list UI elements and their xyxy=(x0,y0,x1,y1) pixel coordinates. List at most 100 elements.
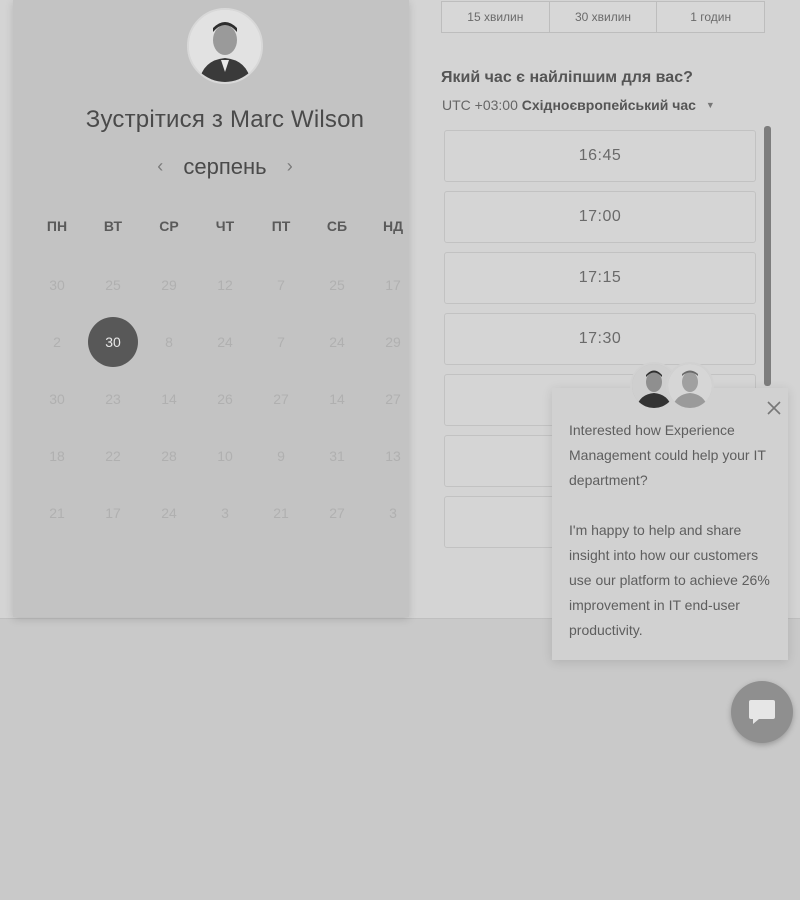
calendar-day-number: 31 xyxy=(329,447,345,464)
calendar-day-number: 10 xyxy=(217,447,233,464)
calendar-day-number: 17 xyxy=(105,504,121,521)
timezone-name: Східноєвропейський час xyxy=(521,97,696,113)
calendar-day[interactable]: 30 xyxy=(29,370,85,427)
slot-list-scrollbar[interactable] xyxy=(764,126,771,386)
calendar-day[interactable]: 25 xyxy=(85,256,141,313)
meeting-title-prefix: Зустрітися з xyxy=(85,106,224,133)
calendar-day[interactable]: 10 xyxy=(197,427,253,484)
calendar-day[interactable]: 18 xyxy=(29,427,85,484)
chat-paragraph: Interested how Experience Management cou… xyxy=(569,422,766,488)
next-month-icon[interactable]: › xyxy=(273,156,307,177)
calendar-day-number: 24 xyxy=(217,333,233,350)
calendar-day-number: 26 xyxy=(217,390,233,407)
calendar-day[interactable]: 9 xyxy=(253,427,309,484)
calendar-day[interactable]: 27 xyxy=(309,484,365,541)
calendar-day[interactable]: 31 xyxy=(309,427,365,484)
calendar-day-number: 25 xyxy=(329,276,345,293)
calendar-day[interactable]: 14 xyxy=(141,370,197,427)
calendar-day[interactable]: 21 xyxy=(253,484,309,541)
calendar-day[interactable]: 24 xyxy=(309,313,365,370)
calendar-day-number: 14 xyxy=(161,390,177,407)
calendar-day[interactable]: 30 xyxy=(29,256,85,313)
calendar-day[interactable]: 24 xyxy=(141,484,197,541)
calendar-day[interactable]: 22 xyxy=(85,427,141,484)
time-slot-button[interactable]: 17:30 xyxy=(444,313,756,365)
calendar-day[interactable]: 17 xyxy=(365,256,421,313)
calendar-day[interactable]: 3 xyxy=(197,484,253,541)
chat-launcher-button[interactable] xyxy=(731,681,793,743)
calendar-day[interactable]: 29 xyxy=(365,313,421,370)
weekday-label: СБ xyxy=(326,218,348,234)
calendar-day-number: 30 xyxy=(49,390,65,407)
calendar-day[interactable]: 27 xyxy=(365,370,421,427)
calendar-week-row: 30 25 29 12 7 25 17 xyxy=(29,256,421,313)
weekday-label: ЧТ xyxy=(215,218,235,234)
calendar-day-number: 13 xyxy=(385,447,401,464)
calendar-day[interactable]: 8 xyxy=(141,313,197,370)
host-avatar xyxy=(187,8,263,84)
calendar-day[interactable]: 29 xyxy=(141,256,197,313)
calendar-day-number: 8 xyxy=(165,333,173,350)
close-icon[interactable] xyxy=(764,398,784,418)
weekday-label: СР xyxy=(159,218,179,234)
agent-avatar xyxy=(666,362,714,410)
calendar-day[interactable]: 26 xyxy=(197,370,253,427)
calendar-day[interactable]: 23 xyxy=(85,370,141,427)
host-name: Marc Wilson xyxy=(230,106,365,133)
calendar-day[interactable]: 27 xyxy=(253,370,309,427)
duration-selector: 15 хвилин 30 хвилин 1 годин xyxy=(441,1,765,33)
duration-option-30[interactable]: 30 хвилин xyxy=(550,2,658,32)
calendar-day-number: 28 xyxy=(161,447,177,464)
time-slot-button[interactable]: 16:45 xyxy=(444,130,756,182)
calendar-day-number: 3 xyxy=(389,504,397,521)
calendar-card: Зустрітися з Marc Wilson ‹ серпень › ПН … xyxy=(13,0,409,617)
calendar-day[interactable]: 24 xyxy=(197,313,253,370)
weekday-header: ПН ВТ СР ЧТ ПТ СБ НД xyxy=(29,218,421,234)
calendar-day-number: 2 xyxy=(53,333,61,350)
calendar-day-number: 9 xyxy=(277,447,285,464)
calendar-day-number: 21 xyxy=(49,504,65,521)
time-slot-button[interactable]: 17:15 xyxy=(444,252,756,304)
weekday-label: ПН xyxy=(46,218,68,234)
weekday-label: НД xyxy=(382,218,404,234)
calendar-day[interactable]: 14 xyxy=(309,370,365,427)
calendar-day-number: 24 xyxy=(161,504,177,521)
calendar-day-number: 7 xyxy=(277,333,285,350)
calendar-day-number: 27 xyxy=(329,504,345,521)
calendar-day-number: 29 xyxy=(161,276,177,293)
calendar-day-number: 25 xyxy=(105,276,121,293)
month-label: серпень xyxy=(183,154,267,179)
calendar-day[interactable]: 7 xyxy=(253,313,309,370)
chat-bubble-icon xyxy=(749,700,775,724)
calendar-day-selected[interactable]: 30 xyxy=(85,313,141,370)
calendar-day[interactable]: 28 xyxy=(141,427,197,484)
time-question: Який час є найліпшим для вас? xyxy=(441,69,693,86)
calendar-day-number: 17 xyxy=(385,276,401,293)
calendar-day[interactable]: 12 xyxy=(197,256,253,313)
calendar-day[interactable]: 13 xyxy=(365,427,421,484)
meeting-title: Зустрітися з Marc Wilson xyxy=(13,106,437,134)
calendar-day[interactable]: 17 xyxy=(85,484,141,541)
calendar-day[interactable]: 25 xyxy=(309,256,365,313)
duration-option-15[interactable]: 15 хвилин xyxy=(442,2,550,32)
month-navigation: ‹ серпень › xyxy=(13,154,437,180)
calendar-day[interactable]: 2 xyxy=(29,313,85,370)
calendar-day[interactable]: 21 xyxy=(29,484,85,541)
calendar-day-number: 3 xyxy=(221,504,229,521)
calendar-day[interactable]: 7 xyxy=(253,256,309,313)
chat-paragraph: I'm happy to help and share insight into… xyxy=(569,522,770,638)
time-slot-button[interactable]: 17:00 xyxy=(444,191,756,243)
weekday-label: ПТ xyxy=(271,218,291,234)
calendar-day-number: 30 xyxy=(49,276,65,293)
calendar-day[interactable]: 3 xyxy=(365,484,421,541)
prev-month-icon[interactable]: ‹ xyxy=(143,156,177,177)
calendar-day-number: 7 xyxy=(277,276,285,293)
calendar-day-number: 22 xyxy=(105,447,121,464)
calendar-day-number: 21 xyxy=(273,504,289,521)
timezone-selector[interactable]: UTC +03:00 Східноєвропейський час ▼ xyxy=(442,97,715,113)
calendar-day-number: 30 xyxy=(88,316,138,367)
calendar-day-number: 12 xyxy=(217,276,233,293)
calendar-grid: 30 25 29 12 7 25 17 2 30 8 24 7 24 29 30 23 14 26 27 14 27 18… xyxy=(29,256,421,541)
duration-option-60[interactable]: 1 годин xyxy=(657,2,764,32)
calendar-day-number: 27 xyxy=(385,390,401,407)
